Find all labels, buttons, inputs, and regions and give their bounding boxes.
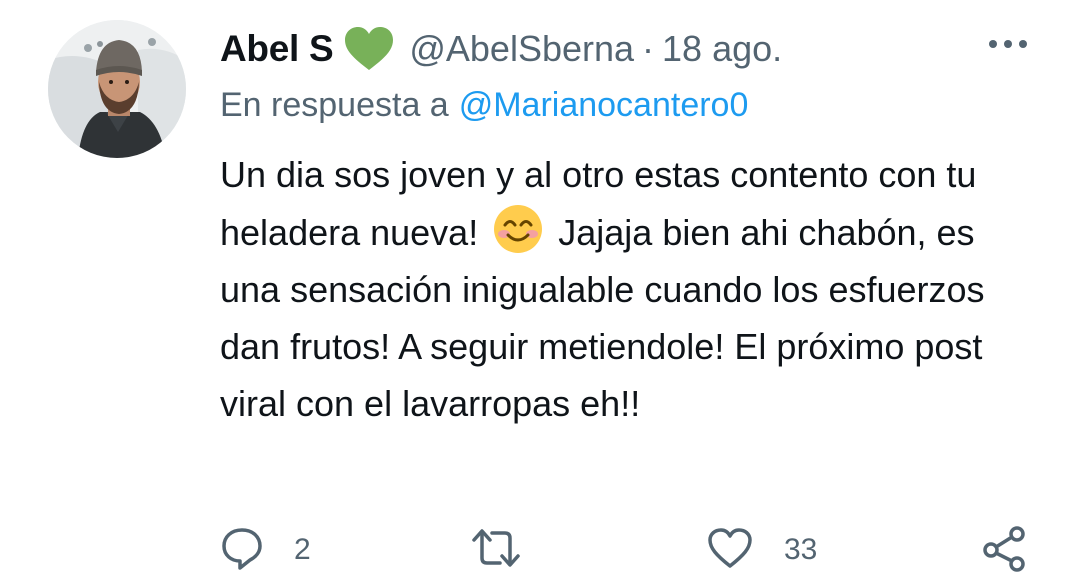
retweet-icon (470, 526, 522, 575)
display-name[interactable]: Abel S (220, 28, 334, 70)
green-heart-icon (343, 26, 395, 72)
avatar[interactable] (48, 20, 186, 158)
tweet-date[interactable]: 18 ago. (662, 28, 782, 70)
share-button[interactable] (980, 520, 1028, 580)
like-button[interactable]: 33 (706, 520, 817, 580)
reply-count: 2 (294, 533, 311, 566)
tweet-text: Un dia sos joven y al otro estas content… (220, 146, 1020, 432)
more-options-icon[interactable] (988, 34, 1028, 54)
reply-mention-link[interactable]: @Marianocantero0 (459, 86, 749, 124)
separator-dot: · (642, 28, 655, 69)
user-handle[interactable]: @AbelSberna (409, 28, 634, 70)
retweet-button[interactable] (470, 520, 552, 580)
smiling-face-emoji-icon (492, 203, 544, 255)
action-bar: 2 33 (220, 520, 1040, 580)
share-icon (980, 524, 1028, 577)
reply-prefix: En respuesta a (220, 86, 449, 124)
reply-context: En respuesta a @Marianocantero0 (220, 86, 748, 125)
tweet[interactable]: Abel S @AbelSberna · 18 ago. En respuest… (0, 0, 1080, 583)
like-count: 33 (784, 533, 818, 566)
heart-icon (706, 526, 754, 575)
tweet-header: Abel S @AbelSberna · 18 ago. (220, 22, 782, 76)
reply-icon (220, 526, 264, 575)
reply-button[interactable]: 2 (220, 520, 311, 580)
